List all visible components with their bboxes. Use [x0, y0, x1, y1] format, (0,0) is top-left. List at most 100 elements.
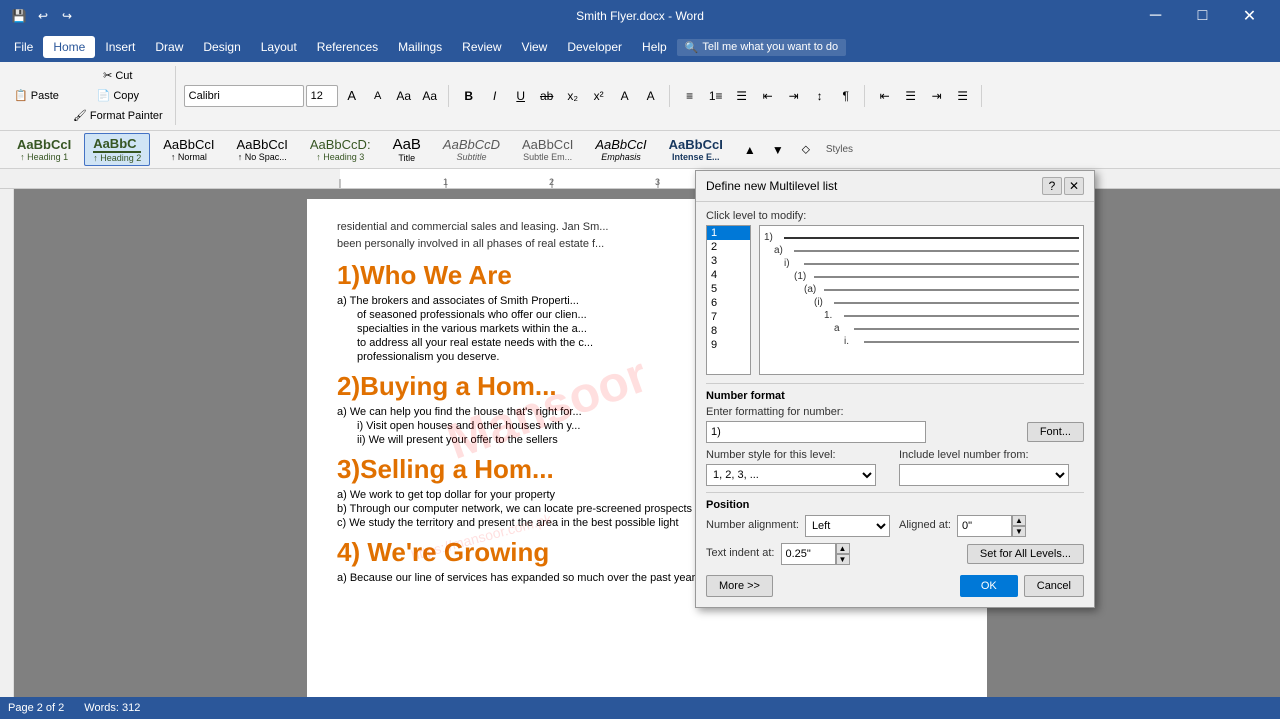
- styles-label: Styles: [826, 144, 853, 155]
- style-intense[interactable]: AaBbCcI Intense E...: [660, 134, 732, 165]
- set-for-all-btn[interactable]: Set for All Levels...: [967, 544, 1084, 564]
- numbering-btn[interactable]: 1≡: [704, 85, 728, 107]
- styles-scroll-down[interactable]: ▼: [766, 139, 790, 161]
- preview-line-8: a: [834, 323, 1079, 334]
- window-title: Smith Flyer.docx - Word: [576, 9, 704, 23]
- level-label: Click level to modify:: [706, 210, 1084, 222]
- highlight-btn[interactable]: A: [639, 85, 663, 107]
- style-subtleem[interactable]: AaBbCcI Subtle Em...: [513, 134, 582, 165]
- style-nospace[interactable]: AaBbCcI ↑ No Spac...: [228, 134, 297, 165]
- menu-design[interactable]: Design: [193, 36, 250, 58]
- underline-btn[interactable]: U: [509, 85, 533, 107]
- menu-draw[interactable]: Draw: [145, 36, 193, 58]
- level-item-1[interactable]: 1: [707, 226, 750, 240]
- decrease-indent-btn[interactable]: ⇤: [756, 85, 780, 107]
- level-item-9[interactable]: 9: [707, 338, 750, 352]
- font-section: A A Aa Aa: [184, 85, 449, 107]
- align-left-btn[interactable]: ⇤: [873, 85, 897, 107]
- menu-review[interactable]: Review: [452, 36, 511, 58]
- increase-indent-btn[interactable]: ⇥: [782, 85, 806, 107]
- redo-btn[interactable]: ↪: [56, 5, 78, 27]
- format-painter-btn[interactable]: 🖌 Format Painter: [67, 106, 169, 125]
- number-format-header: Number format: [706, 390, 1084, 402]
- menu-file[interactable]: File: [4, 36, 43, 58]
- tell-me-bar[interactable]: 🔍 Tell me what you want to do: [677, 39, 846, 56]
- level-item-6[interactable]: 6: [707, 296, 750, 310]
- menu-help[interactable]: Help: [632, 36, 677, 58]
- aligned-at-up[interactable]: ▲: [1012, 515, 1026, 526]
- define-multilevel-dialog: Define new Multilevel list ? ✕ Click lev…: [695, 170, 1095, 608]
- style-subtitle[interactable]: AaBbCcD Subtitle: [434, 134, 509, 165]
- align-center-btn[interactable]: ☰: [899, 85, 923, 107]
- aligned-at-down[interactable]: ▼: [1012, 526, 1026, 537]
- number-format-input[interactable]: [706, 421, 926, 443]
- bullets-btn[interactable]: ≡: [678, 85, 702, 107]
- italic-btn[interactable]: I: [483, 85, 507, 107]
- dialog-title-buttons: ? ✕: [1042, 177, 1084, 195]
- sort-btn[interactable]: ↕: [808, 85, 832, 107]
- dialog-body: Click level to modify: 1 2 3 4 5 6 7 8 9: [696, 202, 1094, 607]
- menu-references[interactable]: References: [307, 36, 388, 58]
- copy-btn[interactable]: 📄 Copy: [67, 86, 169, 105]
- menu-mailings[interactable]: Mailings: [388, 36, 452, 58]
- style-normal[interactable]: AaBbCcI ↑ Normal: [154, 134, 223, 165]
- subscript-btn[interactable]: x₂: [561, 85, 585, 107]
- decrease-font-btn[interactable]: A: [366, 85, 390, 107]
- alignment-select[interactable]: Left Center Right: [805, 515, 890, 537]
- style-emphasis[interactable]: AaBbCcI Emphasis: [586, 134, 655, 165]
- level-item-3[interactable]: 3: [707, 254, 750, 268]
- level-item-5[interactable]: 5: [707, 282, 750, 296]
- title-bar-left: 💾 ↩ ↪: [8, 5, 78, 27]
- level-item-4[interactable]: 4: [707, 268, 750, 282]
- text-indent-down[interactable]: ▼: [836, 554, 850, 565]
- font-size-input[interactable]: [306, 85, 338, 107]
- level-item-8[interactable]: 8: [707, 324, 750, 338]
- font-color-btn[interactable]: A: [613, 85, 637, 107]
- level-item-2[interactable]: 2: [707, 240, 750, 254]
- multilevel-btn[interactable]: ☰: [730, 85, 754, 107]
- justify-btn[interactable]: ☰: [951, 85, 975, 107]
- ok-btn[interactable]: OK: [960, 575, 1018, 597]
- maximize-btn[interactable]: □: [1180, 0, 1225, 32]
- minimize-btn[interactable]: ─: [1133, 0, 1178, 32]
- style-title[interactable]: AaB Title: [384, 133, 430, 166]
- bold-btn[interactable]: B: [457, 85, 481, 107]
- dialog-close-btn[interactable]: ✕: [1064, 177, 1084, 195]
- increase-font-btn[interactable]: A: [340, 85, 364, 107]
- cut-btn[interactable]: ✂ Cut: [67, 66, 169, 85]
- styles-more[interactable]: ⬦: [794, 139, 818, 161]
- font-name-input[interactable]: [184, 85, 304, 107]
- more-btn[interactable]: More >>: [706, 575, 773, 597]
- style-heading1[interactable]: AaBbCcI ↑ Heading 1: [8, 134, 80, 165]
- number-style-select[interactable]: 1, 2, 3, ... a, b, c, ... A, B, C, ... i…: [706, 464, 876, 486]
- menu-developer[interactable]: Developer: [557, 36, 632, 58]
- change-case-btn[interactable]: Aa: [418, 85, 442, 107]
- styles-scroll-up[interactable]: ▲: [738, 139, 762, 161]
- align-right-btn[interactable]: ⇥: [925, 85, 949, 107]
- style-heading3[interactable]: AaBbCcD: ↑ Heading 3: [301, 134, 380, 165]
- strikethrough-btn[interactable]: ab: [535, 85, 559, 107]
- menu-layout[interactable]: Layout: [251, 36, 307, 58]
- save-btn[interactable]: 💾: [8, 5, 30, 27]
- menu-home[interactable]: Home: [43, 36, 95, 58]
- level-list[interactable]: 1 2 3 4 5 6 7 8 9: [706, 225, 751, 375]
- text-indent-input[interactable]: [781, 543, 836, 565]
- show-marks-btn[interactable]: ¶: [834, 85, 858, 107]
- aligned-at-input[interactable]: [957, 515, 1012, 537]
- doc-sidebar: [0, 189, 14, 716]
- superscript-btn[interactable]: x²: [587, 85, 611, 107]
- menu-insert[interactable]: Insert: [95, 36, 145, 58]
- clear-format-btn[interactable]: Aa: [392, 85, 416, 107]
- undo-btn[interactable]: ↩: [32, 5, 54, 27]
- style-heading2[interactable]: AaBbC ↑ Heading 2: [84, 133, 150, 166]
- close-btn[interactable]: ✕: [1227, 0, 1272, 32]
- menu-view[interactable]: View: [512, 36, 558, 58]
- font-btn[interactable]: Font...: [1027, 422, 1084, 442]
- paste-btn[interactable]: 📋 Paste: [8, 86, 65, 105]
- preview-line-4: (1): [794, 271, 1079, 282]
- include-level-select[interactable]: [899, 464, 1069, 486]
- text-indent-up[interactable]: ▲: [836, 543, 850, 554]
- cancel-btn[interactable]: Cancel: [1024, 575, 1084, 597]
- dialog-help-btn[interactable]: ?: [1042, 177, 1062, 195]
- level-item-7[interactable]: 7: [707, 310, 750, 324]
